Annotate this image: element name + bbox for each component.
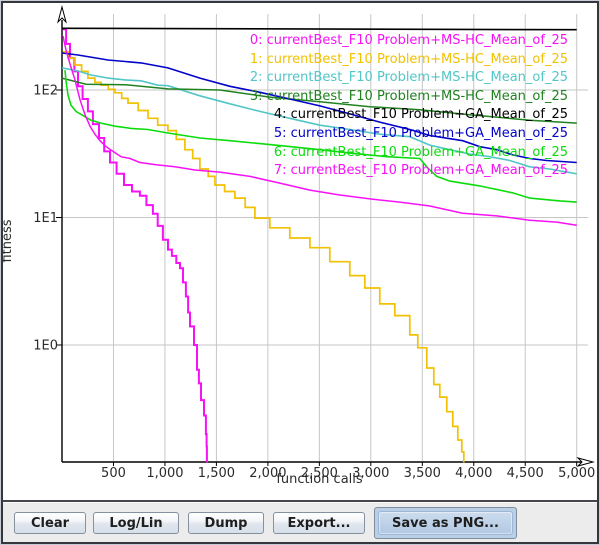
legend-entry-7: 7: currentBest_F10 Problem+GA_Mean_of_25 (250, 162, 568, 181)
legend-entry-4: 4: currentBest_F10 Problem+GA_Mean_of_25 (250, 106, 568, 125)
focused-button-frame: Save as PNG... (374, 507, 517, 539)
plot-window: 5001,0001,5002,0002,5003,0003,5004,0004,… (0, 0, 600, 545)
clear-button[interactable]: Clear (14, 512, 86, 534)
dump-button[interactable]: Dump (188, 512, 264, 534)
toolbar: Clear Log/Lin Dump Export... Save as PNG... (1, 500, 599, 545)
legend-entry-3: 3: currentBest_F10 Problem+MS-HC_Mean_of… (250, 88, 568, 107)
y-tick-label: 1E2 (33, 84, 58, 99)
legend-entry-0: 0: currentBest_F10 Problem+MS-HC_Mean_of… (250, 32, 568, 51)
save-as-png-button[interactable]: Save as PNG... (378, 511, 513, 535)
legend-entry-5: 5: currentBest_F10 Problem+GA_Mean_of_25 (250, 125, 568, 144)
y-tick-label: 1E0 (33, 339, 58, 354)
y-axis-label: fitness (0, 209, 16, 273)
x-axis-label: function calls (62, 472, 577, 487)
log-lin-button[interactable]: Log/Lin (93, 512, 179, 534)
export-button[interactable]: Export... (273, 512, 365, 534)
y-tick-label: 1E1 (33, 211, 58, 226)
chart-legend: 0: currentBest_F10 Problem+MS-HC_Mean_of… (250, 32, 568, 181)
legend-entry-1: 1: currentBest_F10 Problem+MS-HC_Mean_of… (250, 51, 568, 70)
legend-entry-2: 2: currentBest_F10 Problem+MS-HC_Mean_of… (250, 69, 568, 88)
legend-entry-6: 6: currentBest_F10 Problem+GA_Mean_of_25 (250, 144, 568, 163)
